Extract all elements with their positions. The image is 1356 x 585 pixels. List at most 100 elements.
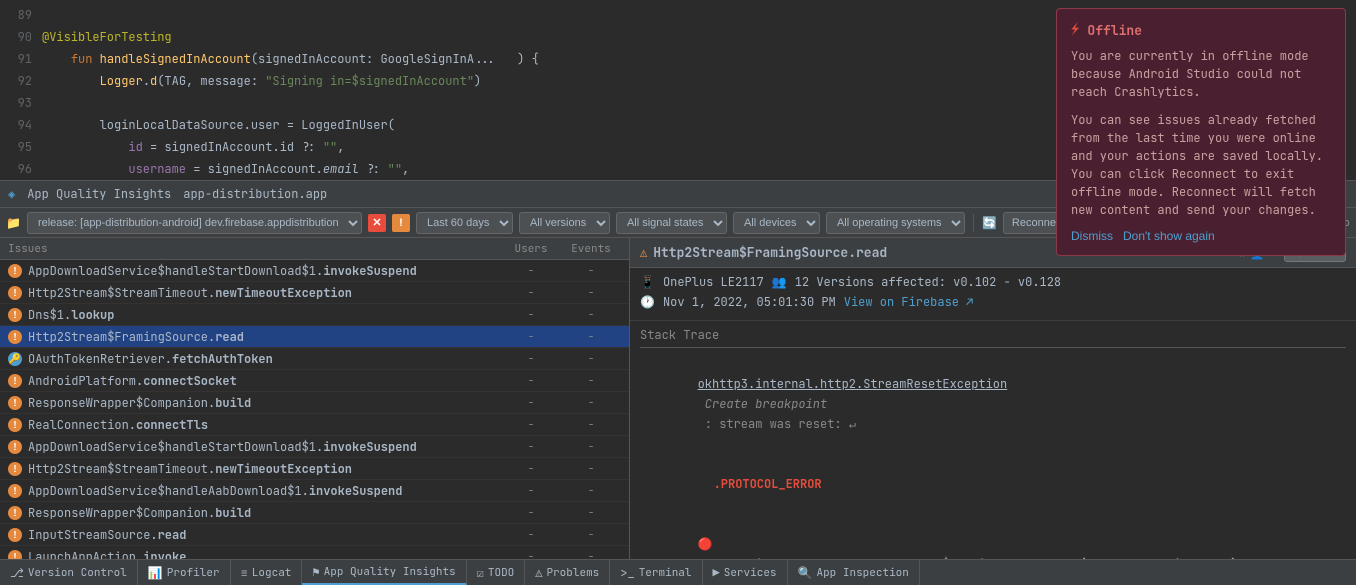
issue-row[interactable]: !AndroidPlatform.connectSocket-- [0, 370, 629, 392]
profiler-tab-label: Profiler [167, 566, 220, 580]
issue-users: - [501, 264, 561, 278]
signal-states-select[interactable]: All signal states [616, 212, 727, 234]
issues-list[interactable]: ! AppDownloadService$handleStartDownload$… [0, 260, 629, 559]
version-control-tab-icon: ⎇ [10, 565, 24, 581]
aqi-icon: ◈ [8, 186, 15, 202]
issues-header: Issues Users Events [0, 238, 629, 260]
issue-icon: ! [8, 264, 22, 278]
app-inspection-tab-icon: 🔍 [798, 565, 813, 581]
issue-events: - [561, 418, 621, 432]
issue-name: ResponseWrapper$Companion.build [28, 505, 501, 521]
issue-row[interactable]: !ResponseWrapper$Companion.build-- [0, 502, 629, 524]
error-filter-btn[interactable]: ✕ [368, 214, 386, 232]
issues-panel: Issues Users Events !AppDownloadService$… [0, 238, 630, 559]
logcat-tab-label: Logcat [252, 566, 292, 580]
issue-icon: ! [8, 286, 22, 300]
offline-popup: ⚡ Offline You are currently in offline m… [1056, 8, 1346, 256]
aqi-title: App Quality Insights [27, 186, 171, 202]
bottom-tab-app-quality-insights[interactable]: ⚑ App Quality Insights [302, 560, 466, 585]
issue-events: - [561, 550, 621, 560]
meta-time-row: 🕐 Nov 1, 2022, 05:01:30 PM View on Fireb… [640, 294, 1346, 310]
logcat-tab-icon: ≡ [241, 565, 248, 581]
issue-name: LaunchAppAction.invoke [28, 549, 501, 560]
bottom-tab-todo[interactable]: ☑TODO [467, 560, 526, 585]
external-link-icon: ↗ [966, 294, 973, 310]
issue-name: AppDownloadService$handleStartDownload$1… [28, 263, 501, 279]
issue-users: - [501, 286, 561, 300]
issue-users: - [501, 484, 561, 498]
release-select[interactable]: release: [app-distribution-android] dev.… [27, 212, 362, 234]
issue-name: OAuthTokenRetriever.fetchAuthToken [28, 351, 501, 367]
dismiss-button[interactable]: Dismiss [1071, 229, 1113, 243]
offline-header: ⚡ Offline [1071, 21, 1331, 39]
issue-icon: ! [8, 396, 22, 410]
issue-row[interactable]: !InputStreamSource.read-- [0, 524, 629, 546]
issue-icon: 🔑 [8, 352, 22, 366]
issue-row[interactable]: !AppDownloadService$handleAabDownload$1.… [0, 480, 629, 502]
issue-icon: ! [8, 440, 22, 454]
stack-line-2: .PROTOCOL_ERROR [640, 454, 1346, 514]
issue-row[interactable]: !RealConnection.connectTls-- [0, 414, 629, 436]
issue-events: - [561, 396, 621, 410]
issue-icon: ! [8, 550, 22, 560]
bottom-tab-terminal[interactable]: >_ Terminal [610, 560, 702, 585]
issue-events: - [561, 440, 621, 454]
issue-row[interactable]: !Http2Stream$StreamTimeout.newTimeoutExc… [0, 458, 629, 480]
issue-row[interactable]: 🔑OAuthTokenRetriever.fetchAuthToken-- [0, 348, 629, 370]
issue-name: RealConnection.connectTls [28, 417, 501, 433]
issue-users: - [501, 308, 561, 322]
issue-events: - [561, 308, 621, 322]
main-split: Issues Users Events !AppDownloadService$… [0, 238, 1356, 559]
issue-events: - [561, 374, 621, 388]
offline-title: Offline [1087, 22, 1142, 39]
issue-events: - [561, 528, 621, 542]
issue-name: AppDownloadService$handleStartDownload$1… [28, 439, 501, 455]
meta-device-row: 📱 OnePlus LE2117 👥 12 Versions affected:… [640, 274, 1346, 290]
terminal-tab-icon: >_ [620, 565, 634, 581]
app-quality-insights-tab-icon: ⚑ [312, 564, 319, 580]
time-range-select[interactable]: Last 60 days [416, 212, 513, 234]
issue-row[interactable]: ! Http2Stream$StreamTimeout.newTimeoutExc… [0, 282, 629, 304]
app-quality-insights-tab-label: App Quality Insights [324, 565, 456, 579]
issue-events: - [561, 506, 621, 520]
issue-events: - [561, 462, 621, 476]
view-firebase-link[interactable]: View on Firebase ↗ [844, 294, 974, 310]
detail-panel: ⚠ Http2Stream$FramingSource.read ☆ 👤 – ⊘… [630, 238, 1356, 559]
users-col-header: Users [501, 242, 561, 256]
versions-select[interactable]: All versions [519, 212, 610, 234]
issue-icon: ! [8, 374, 22, 388]
bottom-tab-problems[interactable]: ⚠Problems [525, 560, 610, 585]
issue-row[interactable]: ! AppDownloadService$handleStartDownload$… [0, 436, 629, 458]
reconnect-icon: 🔄 [982, 215, 997, 231]
issue-icon: ! [8, 506, 22, 520]
dont-show-button[interactable]: Don't show again [1123, 229, 1215, 243]
bottom-tab-app-inspection[interactable]: 🔍App Inspection [788, 560, 920, 585]
issue-icon: ! [8, 484, 22, 498]
bottom-tab-services[interactable]: ▶Services [703, 560, 788, 585]
issue-row[interactable]: !LaunchAppAction.invoke-- [0, 546, 629, 559]
bottom-tab-version-control[interactable]: ⎇Version Control [0, 560, 138, 585]
issue-name: Http2Stream$StreamTimeout.newTimeoutExce… [28, 285, 501, 301]
issue-events: - [561, 330, 621, 344]
stack-link-1[interactable]: Http2Stream.java:420 [1086, 556, 1230, 559]
bottom-tab-logcat[interactable]: ≡ Logcat [231, 560, 303, 585]
issue-users: - [501, 550, 561, 560]
app-inspection-tab-label: App Inspection [816, 566, 908, 580]
operating-systems-select[interactable]: All operating systems [826, 212, 965, 234]
terminal-tab-label: Terminal [639, 566, 692, 580]
events-col-header: Events [561, 242, 621, 256]
issue-icon: ! [8, 330, 22, 344]
warn-filter-btn[interactable]: ! [392, 214, 410, 232]
issue-users: - [501, 374, 561, 388]
issue-row[interactable]: !Dns$1.lookup-- [0, 304, 629, 326]
profiler-tab-icon: 📊 [148, 565, 163, 581]
issue-row[interactable]: !Http2Stream$FramingSource.read-- [0, 326, 629, 348]
issue-row[interactable]: !ResponseWrapper$Companion.build-- [0, 392, 629, 414]
issue-icon: ! [8, 308, 22, 322]
devices-select[interactable]: All devices [733, 212, 820, 234]
offline-body-2: You can see issues already fetched from … [1071, 111, 1331, 219]
issue-users: - [501, 440, 561, 454]
issue-row[interactable]: ! AppDownloadService$handleStartDownload$… [0, 260, 629, 282]
bottom-tab-profiler[interactable]: 📊 Profiler [138, 560, 231, 585]
todo-tab-label: TODO [488, 566, 514, 580]
